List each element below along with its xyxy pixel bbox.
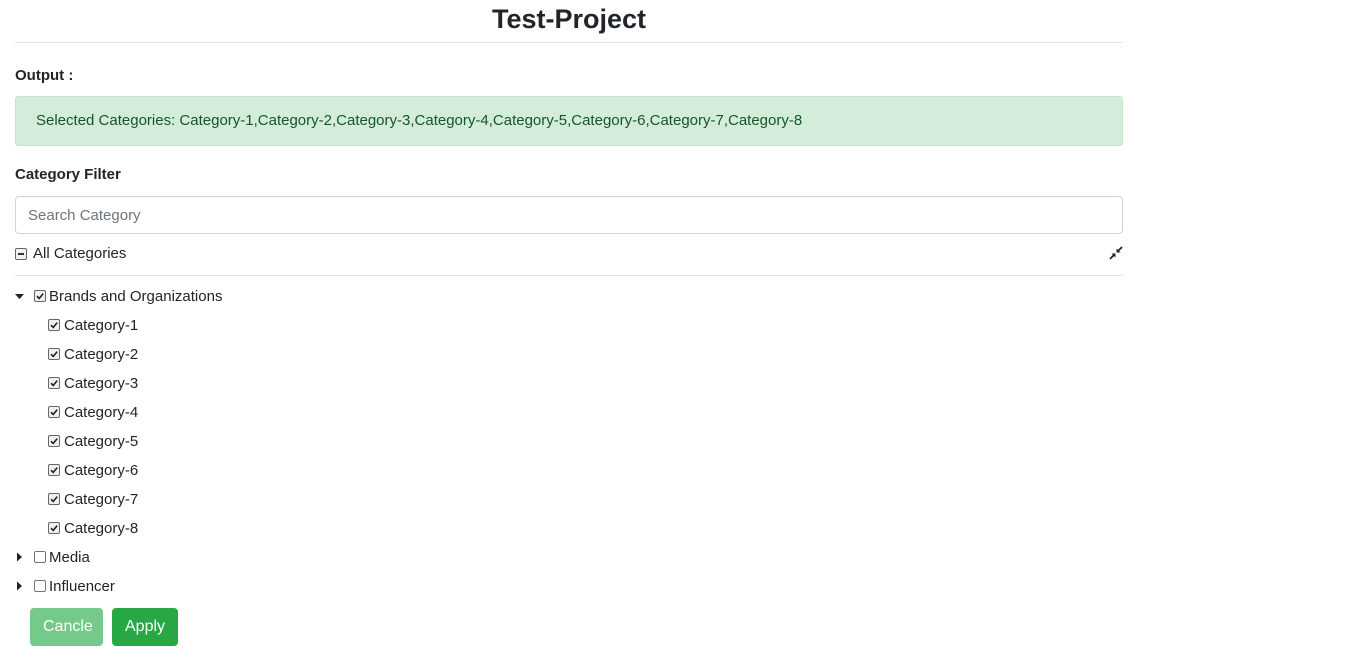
category-tree: Brands and Organizations Category-1 Catego… — [15, 286, 1123, 605]
tree-item-row[interactable]: Category-2 — [15, 344, 1123, 373]
tree-checkbox[interactable] — [48, 464, 60, 476]
page-container: Test-Project Output : Selected Categorie… — [15, 0, 1123, 648]
category-filter-label: Category Filter — [15, 166, 121, 183]
apply-button[interactable]: Apply — [112, 608, 178, 646]
all-categories-checkbox[interactable] — [15, 248, 27, 260]
tree-checkbox[interactable] — [34, 580, 46, 592]
action-buttons: Cancle Apply — [15, 608, 1123, 648]
all-categories-row: All Categories — [15, 234, 1123, 276]
tree-checkbox[interactable] — [48, 319, 60, 331]
tree-item-row[interactable]: Category-7 — [15, 489, 1123, 518]
title-divider — [15, 42, 1123, 43]
tree-group-row[interactable]: Brands and Organizations — [15, 286, 1123, 315]
tree-checkbox[interactable] — [34, 290, 46, 302]
tree-item-label[interactable]: Category-5 — [64, 433, 138, 451]
tree-checkbox[interactable] — [48, 348, 60, 360]
tree-group-label[interactable]: Brands and Organizations — [49, 288, 222, 306]
tree-group-label[interactable]: Influencer — [49, 578, 115, 596]
tree-item-row[interactable]: Category-3 — [15, 373, 1123, 402]
caret-right-icon[interactable] — [15, 581, 25, 591]
tree-checkbox[interactable] — [48, 493, 60, 505]
tree-checkbox[interactable] — [34, 551, 46, 563]
tree-checkbox[interactable] — [48, 522, 60, 534]
compress-icon[interactable] — [1109, 246, 1123, 260]
output-label: Output : — [15, 67, 74, 84]
tree-group-row[interactable]: Influencer — [15, 576, 1123, 605]
tree-item-row[interactable]: Category-1 — [15, 315, 1123, 344]
tree-item-label[interactable]: Category-1 — [64, 317, 138, 335]
tree-group-label[interactable]: Media — [49, 549, 90, 567]
page-title: Test-Project — [491, 4, 647, 34]
tree-item-label[interactable]: Category-8 — [64, 520, 138, 538]
tree-checkbox[interactable] — [48, 377, 60, 389]
tree-item-label[interactable]: Category-4 — [64, 404, 138, 422]
tree-item-label[interactable]: Category-2 — [64, 346, 138, 364]
tree-item-label[interactable]: Category-7 — [64, 491, 138, 509]
tree-group-row[interactable]: Media — [15, 547, 1123, 576]
selected-categories-alert: Selected Categories: Category-1,Category… — [15, 96, 1123, 146]
tree-item-row[interactable]: Category-5 — [15, 431, 1123, 460]
caret-right-icon[interactable] — [15, 552, 25, 562]
tree-item-row[interactable]: Category-6 — [15, 460, 1123, 489]
all-categories-label[interactable]: All Categories — [33, 245, 126, 263]
tree-checkbox[interactable] — [48, 435, 60, 447]
cancel-button[interactable]: Cancle — [30, 608, 103, 646]
caret-down-icon[interactable] — [15, 291, 25, 301]
tree-checkbox[interactable] — [48, 406, 60, 418]
search-category-input[interactable] — [15, 196, 1123, 234]
tree-item-label[interactable]: Category-6 — [64, 462, 138, 480]
tree-item-row[interactable]: Category-8 — [15, 518, 1123, 547]
tree-item-row[interactable]: Category-4 — [15, 402, 1123, 431]
tree-item-label[interactable]: Category-3 — [64, 375, 138, 393]
